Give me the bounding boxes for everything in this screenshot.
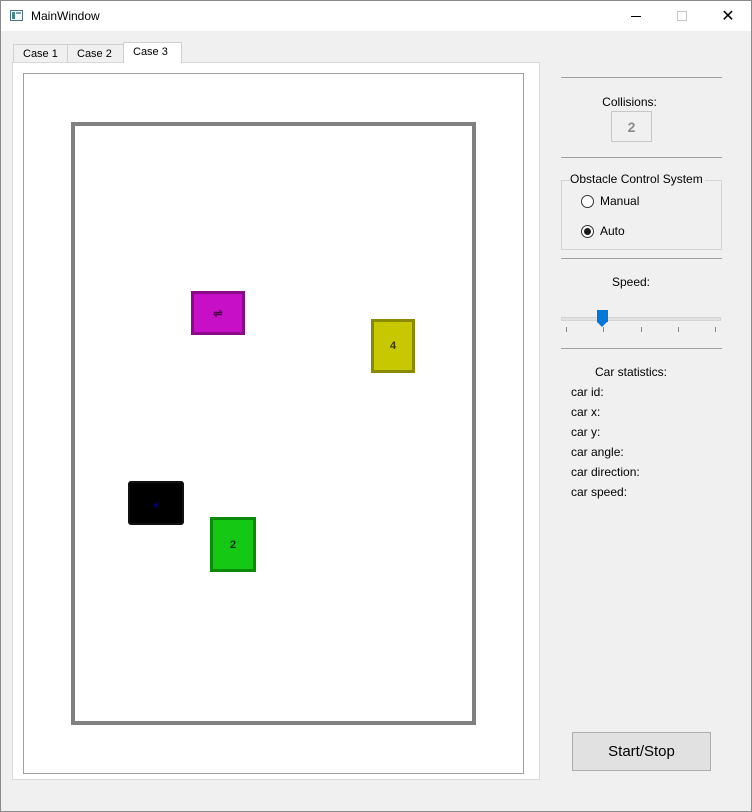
car-statistics-title: Car statistics: <box>594 365 667 379</box>
obstacle-control-title: Obstacle Control System <box>570 172 705 186</box>
window-title: MainWindow <box>31 9 100 23</box>
stat-car-id: car id: <box>571 385 604 399</box>
maximize-button[interactable] <box>659 1 705 31</box>
stat-car-x: car x: <box>571 405 601 419</box>
car-label: 2 <box>229 538 237 551</box>
radio-auto-label: Auto <box>600 224 625 238</box>
stat-car-y: car y: <box>571 425 601 439</box>
close-icon: ✕ <box>721 8 735 25</box>
tab-case-3[interactable]: Case 3 <box>123 42 182 63</box>
obstacle-control-group <box>561 180 722 250</box>
speed-label: Speed: <box>611 275 651 289</box>
title-bar: MainWindow ✕ <box>1 1 751 31</box>
maximize-icon <box>677 11 687 21</box>
start-stop-button[interactable]: Start/Stop <box>572 732 711 771</box>
divider <box>561 258 722 259</box>
car-label: ⇌ <box>213 307 223 320</box>
stat-car-speed: car speed: <box>571 485 628 499</box>
slider-tick <box>641 327 642 332</box>
tab-case-1[interactable]: Case 1 <box>13 44 68 63</box>
slider-tick <box>715 327 716 332</box>
speed-slider[interactable] <box>561 317 721 321</box>
minimize-icon <box>631 15 641 17</box>
car-label: 4 <box>389 340 397 352</box>
car-label: ⁎ <box>153 497 159 510</box>
close-button[interactable]: ✕ <box>705 1 751 31</box>
slider-tick <box>603 327 604 332</box>
car-yellow: 4 <box>371 319 415 373</box>
arena-boundary <box>71 122 476 725</box>
radio-checked-icon[interactable] <box>581 224 594 238</box>
stat-car-angle: car angle: <box>571 445 624 459</box>
divider <box>561 77 722 78</box>
radio-manual-label: Manual <box>600 194 640 208</box>
app-icon <box>10 10 23 21</box>
radio-auto[interactable]: Auto <box>581 224 625 238</box>
slider-tick <box>678 327 679 332</box>
speed-slider-handle[interactable] <box>597 310 608 327</box>
slider-tick <box>566 327 567 332</box>
car-green: 2 <box>210 517 256 572</box>
car-magenta: ⇌ <box>191 291 245 335</box>
divider <box>561 157 722 158</box>
radio-manual[interactable]: Manual <box>581 194 639 208</box>
collisions-counter: 2 <box>611 111 652 142</box>
divider <box>561 348 722 349</box>
tab-case-2[interactable]: Case 2 <box>67 44 124 63</box>
minimize-button[interactable] <box>613 1 659 31</box>
radio-unchecked-icon[interactable] <box>581 194 594 208</box>
stat-car-direction: car direction: <box>571 465 640 479</box>
car-black: ⁎ <box>128 481 184 525</box>
collisions-label: Collisions: <box>602 95 657 109</box>
